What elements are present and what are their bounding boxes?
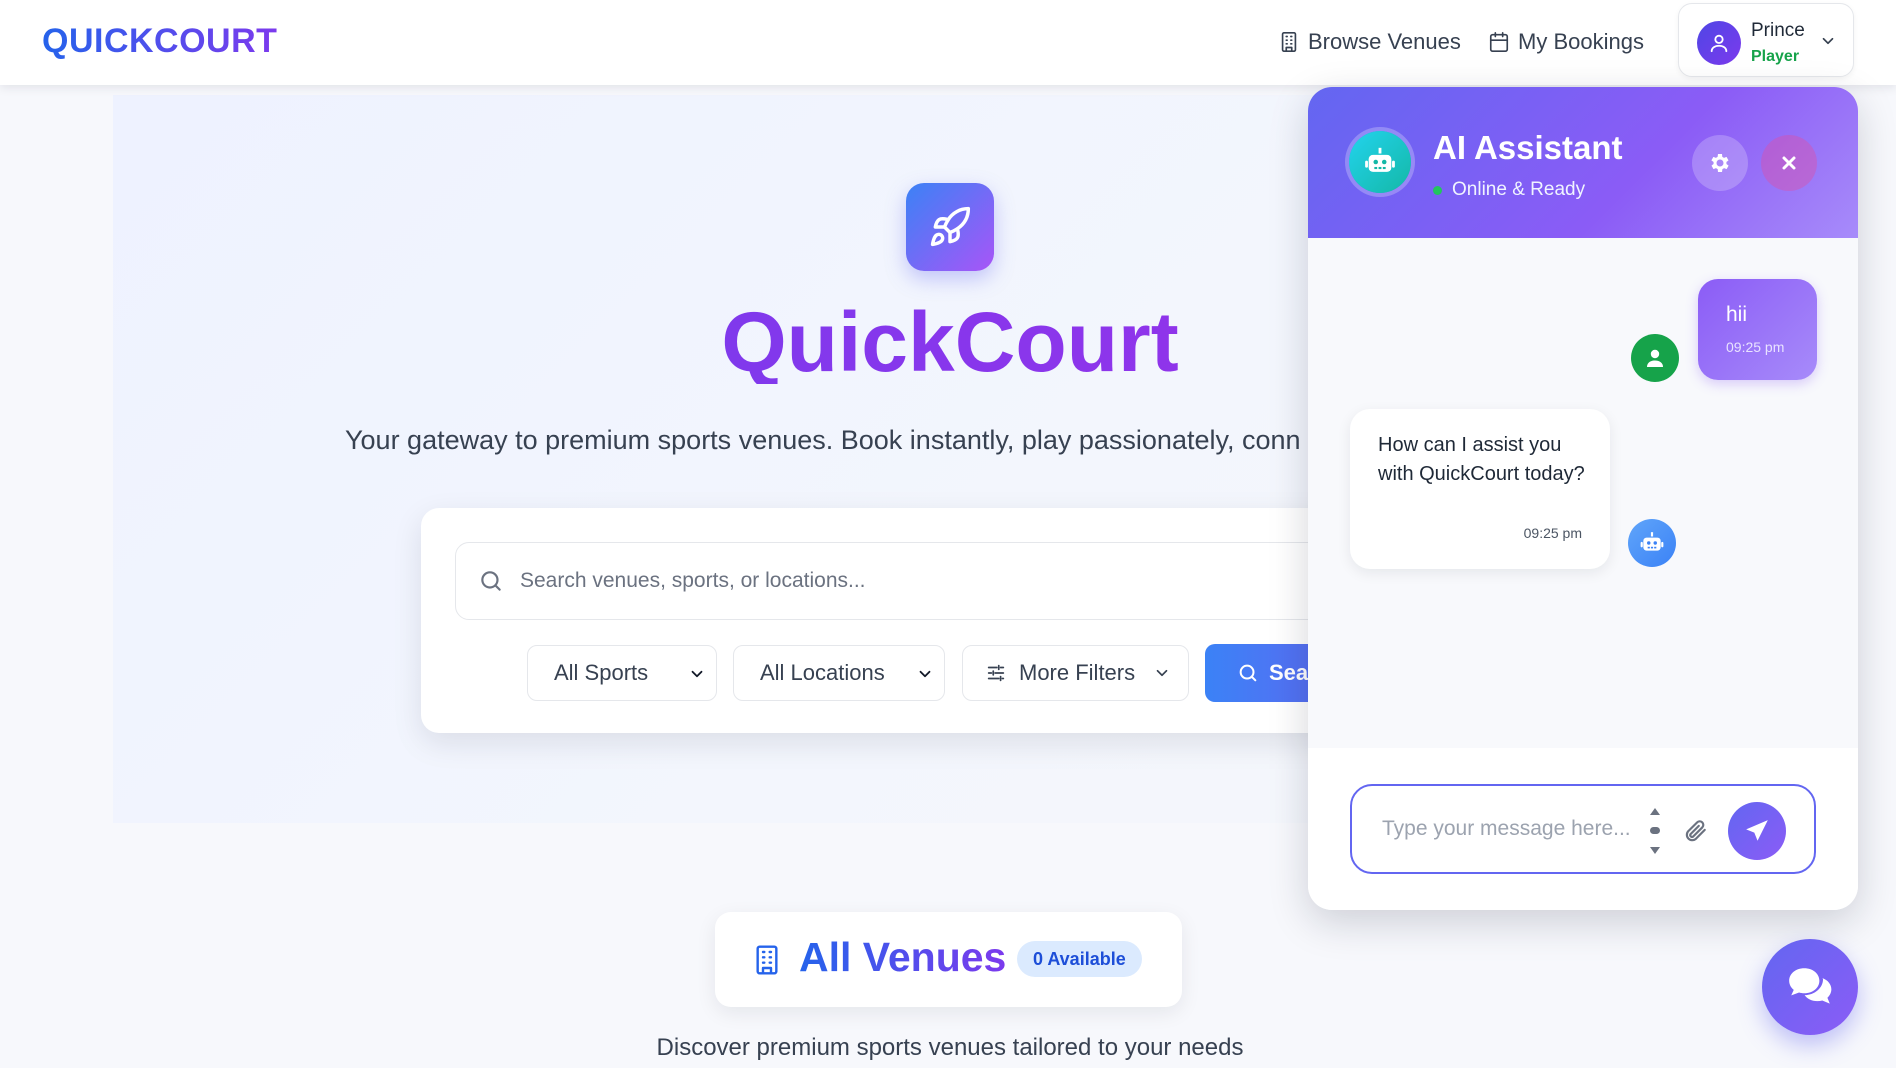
user-icon — [1647, 349, 1663, 367]
search-card: All Sports All Locations More Filters Se… — [421, 508, 1421, 733]
rocket-icon — [930, 206, 971, 247]
sliders-icon — [987, 664, 1005, 682]
user-menu[interactable]: Prince Player — [1678, 3, 1854, 77]
bot-avatar — [1349, 131, 1411, 193]
gear-icon — [1711, 154, 1729, 172]
robot-icon — [1640, 532, 1664, 551]
chat-status-label: Online & Ready — [1452, 179, 1586, 200]
chat-footer — [1308, 748, 1858, 910]
paperclip-icon[interactable] — [1682, 818, 1708, 844]
send-icon — [1746, 820, 1768, 841]
user-name: Prince — [1751, 20, 1805, 41]
message-time: 09:25 pm — [1726, 339, 1785, 355]
bot-message-avatar — [1628, 519, 1676, 567]
hero-badge — [906, 183, 994, 271]
user-role: Player — [1751, 48, 1800, 65]
sports-select-value: All Sports — [554, 660, 649, 685]
online-indicator — [1433, 185, 1442, 195]
user-message-avatar — [1631, 334, 1679, 382]
chat-settings-button[interactable] — [1692, 135, 1748, 191]
message-text: How can I assist you with QuickCourt tod… — [1378, 434, 1585, 485]
chat-message-input[interactable] — [1382, 814, 1632, 858]
chevron-down-icon — [919, 670, 931, 678]
venues-count-badge: 0 Available — [1017, 941, 1142, 977]
spinner-arrows-icon[interactable] — [1648, 806, 1662, 856]
locations-select-value: All Locations — [760, 660, 885, 685]
comments-icon — [1789, 968, 1832, 1004]
search-icon — [481, 571, 501, 591]
venues-subtitle: Discover premium sports venues tailored … — [656, 1034, 1244, 1061]
venues-title: All Venues — [799, 934, 1007, 980]
building-icon — [756, 945, 778, 975]
message-text: hii — [1726, 303, 1748, 326]
message-time: 09:25 pm — [1523, 525, 1582, 541]
robot-icon — [1365, 147, 1395, 172]
chevron-down-icon — [1156, 669, 1168, 677]
chat-input-box — [1350, 784, 1816, 874]
locations-select[interactable]: All Locations — [733, 645, 945, 701]
brand-logo[interactable]: QUICKCOURT — [42, 22, 277, 61]
search-input[interactable] — [520, 569, 1320, 593]
venues-header: All Venues 0 Available — [715, 912, 1182, 1007]
search-icon — [1239, 664, 1257, 682]
navbar: QUICKCOURT Browse Venues My Bookings Pri… — [0, 0, 1896, 85]
search-button-label: Sea — [1269, 660, 1309, 685]
nav-my-bookings[interactable]: My Bookings — [1488, 26, 1644, 58]
sports-select[interactable]: All Sports — [527, 645, 717, 701]
search-box[interactable] — [455, 542, 1395, 620]
nav-bookings-label: My Bookings — [1518, 29, 1644, 54]
building-icon — [1281, 32, 1297, 52]
hero-title: QuickCourt — [600, 300, 1300, 384]
chat-toggle-button[interactable] — [1762, 939, 1858, 1035]
more-filters-button[interactable]: More Filters — [962, 645, 1189, 701]
user-icon — [1710, 34, 1728, 53]
nav-browse-venues[interactable]: Browse Venues — [1278, 26, 1461, 58]
chevron-down-icon — [691, 670, 703, 678]
chat-title: AI Assistant — [1433, 129, 1623, 166]
hero-subtitle: Your gateway to premium sports venues. B… — [345, 425, 1301, 455]
more-filters-label: More Filters — [1019, 660, 1136, 685]
avatar — [1697, 21, 1741, 65]
send-button[interactable] — [1728, 802, 1786, 860]
chat-message-bot: How can I assist you with QuickCourt tod… — [1350, 409, 1610, 569]
nav-browse-label: Browse Venues — [1308, 29, 1461, 54]
chevron-down-icon — [1822, 37, 1834, 45]
ai-chat-panel: AI Assistant Online & Ready hii 09:25 pm… — [1308, 87, 1858, 910]
chat-close-button[interactable] — [1761, 135, 1817, 191]
close-icon — [1782, 156, 1796, 170]
chat-status: Online & Ready — [1433, 179, 1585, 201]
chat-message-user: hii 09:25 pm — [1698, 279, 1817, 380]
calendar-icon — [1489, 32, 1509, 52]
chat-header: AI Assistant Online & Ready — [1308, 87, 1858, 238]
